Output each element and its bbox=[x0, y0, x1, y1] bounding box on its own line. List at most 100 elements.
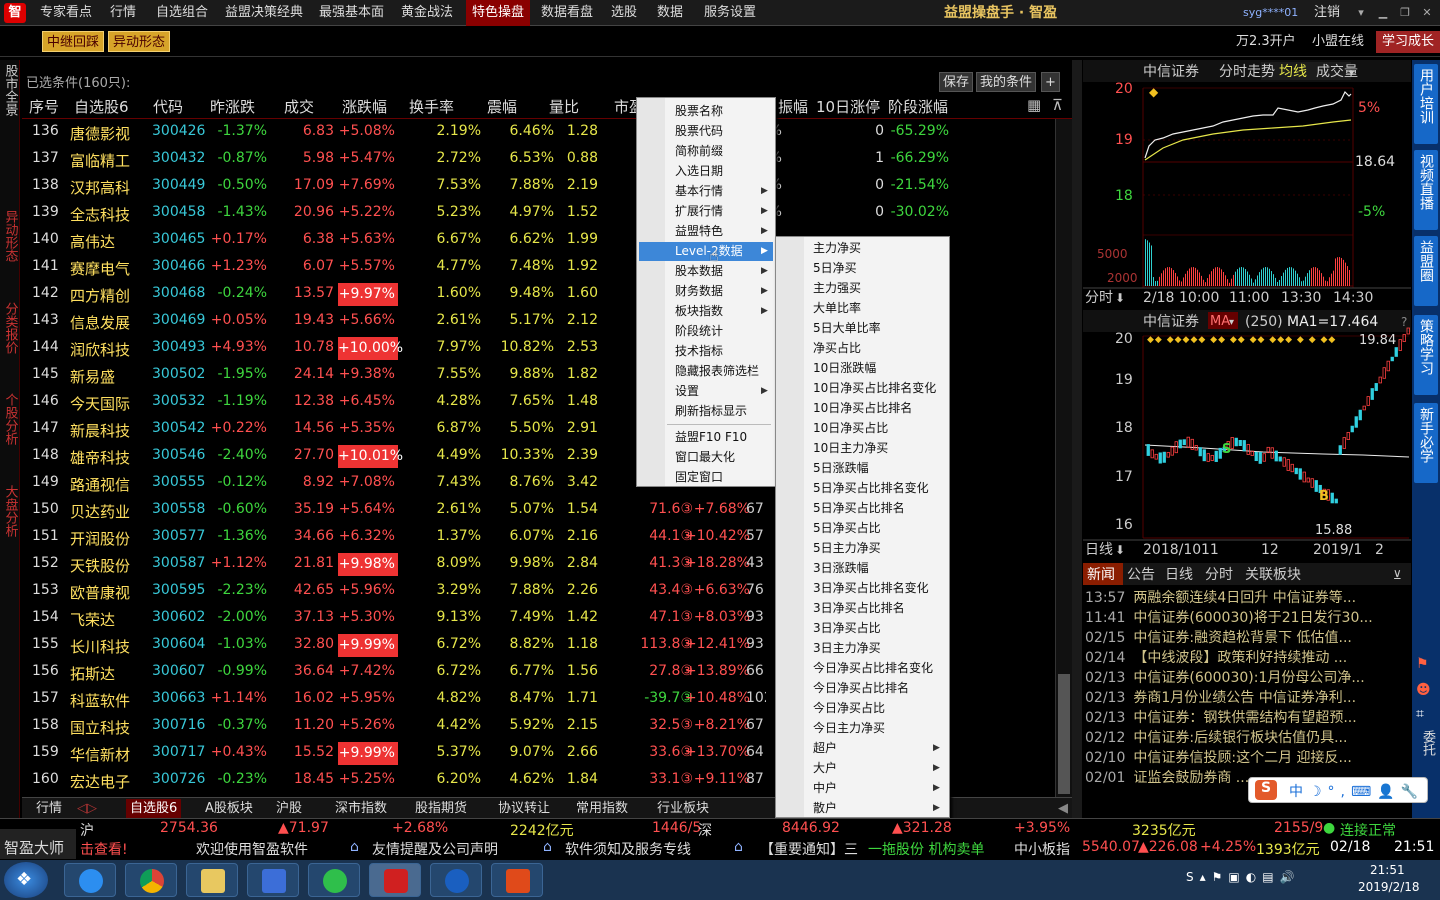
col-header-amplitude[interactable]: 震幅 bbox=[487, 96, 517, 117]
sogou-icon[interactable]: S bbox=[1255, 780, 1277, 800]
ticker-msg-5[interactable]: 一拖股份 机构卖单 bbox=[868, 839, 984, 859]
emoney-taskbar-icon[interactable] bbox=[369, 863, 421, 897]
menu-item-screener[interactable]: 选股 bbox=[611, 0, 637, 26]
col-header-stage-gain[interactable]: 阶段涨幅 bbox=[888, 96, 948, 117]
collapse-icon[interactable]: ⊼ bbox=[1052, 96, 1063, 114]
menu-item-15[interactable]: 刷新指标显示 bbox=[675, 402, 747, 421]
submenu-item-9[interactable]: 10日净买占比 bbox=[813, 419, 888, 438]
close-icon[interactable]: ✕ bbox=[1418, 4, 1436, 22]
right-tab-training[interactable]: 用户培训 bbox=[1414, 64, 1438, 144]
news-item[interactable]: 02/13 券商1月份业绩公告 中信证券净利... bbox=[1085, 687, 1411, 707]
submenu-item-22[interactable]: 今日净买占比排名 bbox=[813, 679, 909, 698]
news-item[interactable]: 02/14 【中线波段】政策利好持续推动 ... bbox=[1085, 647, 1411, 667]
open-account-link[interactable]: 万2.3开户 bbox=[1236, 27, 1296, 57]
ma-select[interactable]: MA bbox=[1210, 314, 1230, 329]
submenu-item-19[interactable]: 3日净买占比 bbox=[813, 619, 881, 638]
submenu-item-3[interactable]: 大单比率 bbox=[813, 299, 861, 318]
menu-item-data-view[interactable]: 数据看盘 bbox=[541, 0, 593, 26]
submenu-item-17[interactable]: 3日净买占比排名变化 bbox=[813, 579, 929, 598]
ie-taskbar-icon[interactable] bbox=[64, 863, 116, 897]
menu-item-10[interactable]: 板块指数 bbox=[675, 302, 723, 321]
col-header-code[interactable]: 代码 bbox=[153, 96, 183, 117]
study-button[interactable]: 学习成长 bbox=[1376, 31, 1440, 53]
submenu-item-16[interactable]: 3日涨跌幅 bbox=[813, 559, 869, 578]
menu-item-decision[interactable]: 益盟决策经典 bbox=[225, 0, 303, 26]
submenu-item-8[interactable]: 10日净买占比排名 bbox=[813, 399, 912, 418]
online-service-link[interactable]: 小盟在线 bbox=[1312, 27, 1364, 57]
table-row[interactable]: 138 汉邦高科 300449 -0.50% 17.09 +7.69% 7.53% 7.88%… bbox=[22, 173, 1054, 200]
tab-futures[interactable]: 股指期货 bbox=[415, 799, 467, 818]
submenu-item-0[interactable]: 主力净买 bbox=[813, 239, 861, 258]
table-row[interactable]: 139 全志科技 300458 -1.43% 20.96 +5.22% 5.23% 4.97%… bbox=[22, 200, 1054, 227]
chrome-taskbar-icon[interactable] bbox=[125, 863, 177, 897]
tab-transfer[interactable]: 协议转让 bbox=[498, 799, 550, 818]
table-row[interactable]: 137 富临精工 300432 -0.87% 5.98 +5.47% 2.72% 6.53% 0… bbox=[22, 146, 1054, 173]
menu-item-12[interactable]: 技术指标 bbox=[675, 342, 723, 361]
col-header-swing[interactable]: 振幅 bbox=[778, 96, 808, 117]
col-header-turnover[interactable]: 换手率 bbox=[409, 96, 454, 117]
menu-item-6[interactable]: 益盟特色 bbox=[675, 222, 723, 241]
submenu-item-21[interactable]: 今日净买占比排名变化 bbox=[813, 659, 933, 678]
submenu-item-2[interactable]: 主力强买 bbox=[813, 279, 861, 298]
menu-item-11[interactable]: 阶段统计 bbox=[675, 322, 723, 341]
news-tab-sector[interactable]: 关联板块 bbox=[1245, 567, 1301, 583]
submenu-item-20[interactable]: 3日主力净买 bbox=[813, 639, 881, 658]
submenu-item-18[interactable]: 3日净买占比排名 bbox=[813, 599, 905, 618]
col-header-change[interactable]: 涨跌幅 bbox=[342, 96, 387, 117]
submenu-item-1[interactable]: 5日净买 bbox=[813, 259, 857, 278]
crop-icon[interactable]: ⌗ bbox=[1416, 706, 1424, 722]
menu-item-gold[interactable]: 黄金战法 bbox=[401, 0, 453, 26]
my-conditions-button[interactable]: 我的条件 bbox=[976, 72, 1037, 92]
submenu-item-15[interactable]: 5日主力净买 bbox=[813, 539, 881, 558]
menu-item-0[interactable]: 股票名称 bbox=[675, 102, 723, 121]
tab-common-index[interactable]: 常用指数 bbox=[576, 799, 628, 818]
add-condition-button[interactable]: + bbox=[1041, 72, 1060, 92]
right-tab-circle[interactable]: 益盟圈 bbox=[1414, 236, 1438, 306]
right-tab-video[interactable]: 视频直播 bbox=[1414, 150, 1438, 230]
tab-sh-stocks[interactable]: 沪股 bbox=[276, 799, 302, 818]
news-item[interactable]: 11:41 中信证券(600030)将于21日发行30... bbox=[1085, 607, 1411, 627]
menu-item-2[interactable]: 简称前缀 bbox=[675, 142, 723, 161]
col-header-volume-ratio[interactable]: 量比 bbox=[549, 96, 579, 117]
news-item[interactable]: 02/10 中信证券信投顾:这个二月 迎接反... bbox=[1085, 747, 1411, 767]
clock-time[interactable]: 21:51 bbox=[1370, 863, 1405, 877]
clock-date[interactable]: 2019/2/18 bbox=[1358, 880, 1420, 894]
tab-scroll-icon[interactable]: ◀ bbox=[1058, 799, 1068, 818]
save-button[interactable]: 保存 bbox=[939, 72, 974, 92]
ime-toolbar[interactable]: S 中☽°,⌨👤🔧 bbox=[1248, 777, 1428, 803]
menu-item-watchlist[interactable]: 自选组合 bbox=[156, 0, 208, 26]
submenu-item-14[interactable]: 5日净买占比 bbox=[813, 519, 881, 538]
right-tab-beginner[interactable]: 新手必学 bbox=[1414, 403, 1438, 483]
col-header-name[interactable]: 自选股6 bbox=[74, 96, 129, 117]
col-header-no[interactable]: 序号 bbox=[29, 96, 59, 117]
submenu-item-12[interactable]: 5日净买占比排名变化 bbox=[813, 479, 929, 498]
news-item[interactable]: 02/13 中信证券：钢铁供需结构有望超预... bbox=[1085, 707, 1411, 727]
submenu-item-28[interactable]: 散户 bbox=[813, 799, 837, 818]
col-header-prev-change[interactable]: 昨涨跌 bbox=[210, 96, 255, 117]
menu-item-16[interactable]: 益盟F10 F10 bbox=[675, 428, 747, 447]
left-tab-index[interactable]: 大盘分析 bbox=[1, 485, 19, 541]
menu-item-9[interactable]: 财务数据 bbox=[675, 282, 723, 301]
tab-watchlist6[interactable]: 自选股6 bbox=[126, 799, 182, 818]
menu-item-3[interactable]: 入选日期 bbox=[675, 162, 723, 181]
grid-view-icon[interactable]: ▦ bbox=[1027, 96, 1041, 114]
player-taskbar-icon[interactable] bbox=[308, 863, 360, 897]
collapse-icon[interactable]: ⊻ bbox=[1393, 568, 1402, 582]
ime-options-icon[interactable]: 中☽°,⌨👤🔧 bbox=[1289, 781, 1424, 801]
minimize-icon[interactable]: ▁ bbox=[1374, 4, 1392, 22]
news-tab-news[interactable]: 新闻 bbox=[1087, 567, 1115, 583]
submenu-item-4[interactable]: 5日大单比率 bbox=[813, 319, 881, 338]
submenu-item-23[interactable]: 今日净买占比 bbox=[813, 699, 885, 718]
news-item[interactable]: 02/12 中信证券:后续银行板块估值仍具... bbox=[1085, 727, 1411, 747]
down-arrow-icon[interactable]: ⬇ bbox=[1115, 543, 1125, 557]
menu-item-1[interactable]: 股票代码 bbox=[675, 122, 723, 141]
submenu-item-25[interactable]: 超户 bbox=[813, 739, 837, 758]
news-tab-minute[interactable]: 分时 bbox=[1205, 567, 1233, 583]
tab-sz-index[interactable]: 深市指数 bbox=[335, 799, 387, 818]
menu-item-4[interactable]: 基本行情 bbox=[675, 182, 723, 201]
submenu-item-13[interactable]: 5日净买占比排名 bbox=[813, 499, 905, 518]
ticker-msg-2[interactable]: 友情提醒及公司声明 bbox=[372, 839, 498, 859]
ticker-msg-3[interactable]: 软件须知及服务专线 bbox=[565, 839, 691, 859]
tab-nav-arrows[interactable]: ◁▷ bbox=[77, 799, 97, 818]
submenu-item-6[interactable]: 10日涨跌幅 bbox=[813, 359, 876, 378]
